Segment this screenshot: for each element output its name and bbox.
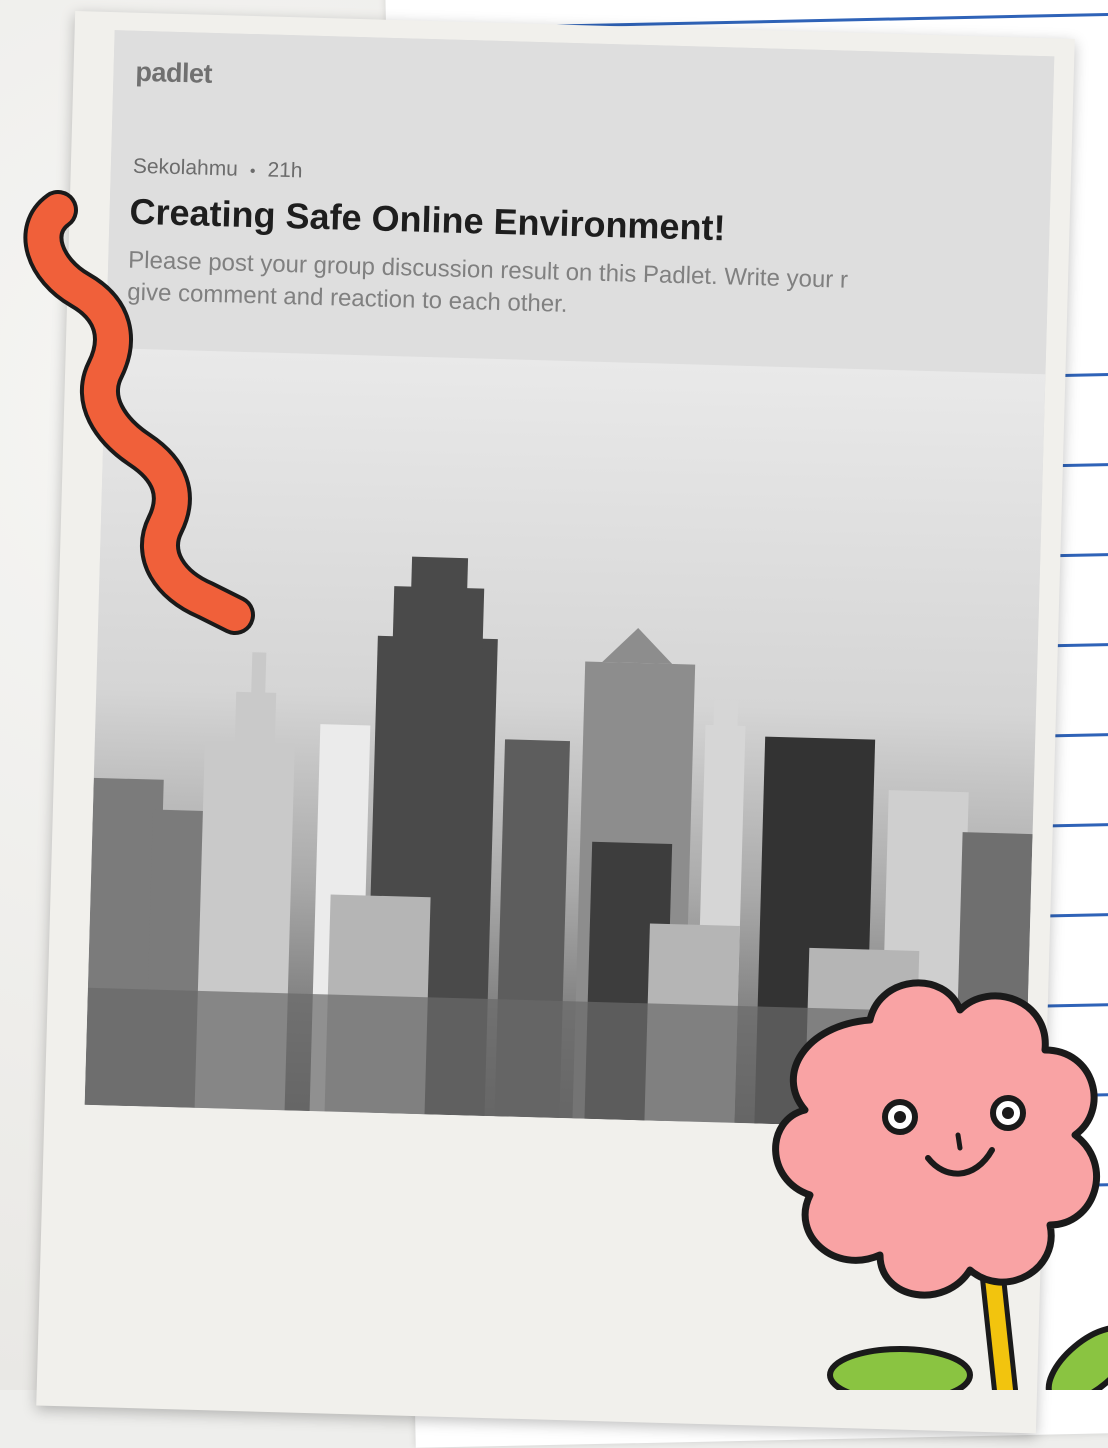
meta-separator: •	[249, 162, 256, 181]
post-meta: Sekolahmu • 21h	[133, 155, 303, 184]
post-description: Please post your group discussion result…	[127, 245, 1054, 338]
smiling-flower-sticker-icon	[772, 979, 1108, 1390]
post-time: 21h	[267, 158, 303, 183]
padlet-logo[interactable]: padlet	[135, 57, 212, 90]
author-name[interactable]: Sekolahmu	[133, 155, 239, 181]
squiggle-decoration-icon	[23, 190, 255, 635]
